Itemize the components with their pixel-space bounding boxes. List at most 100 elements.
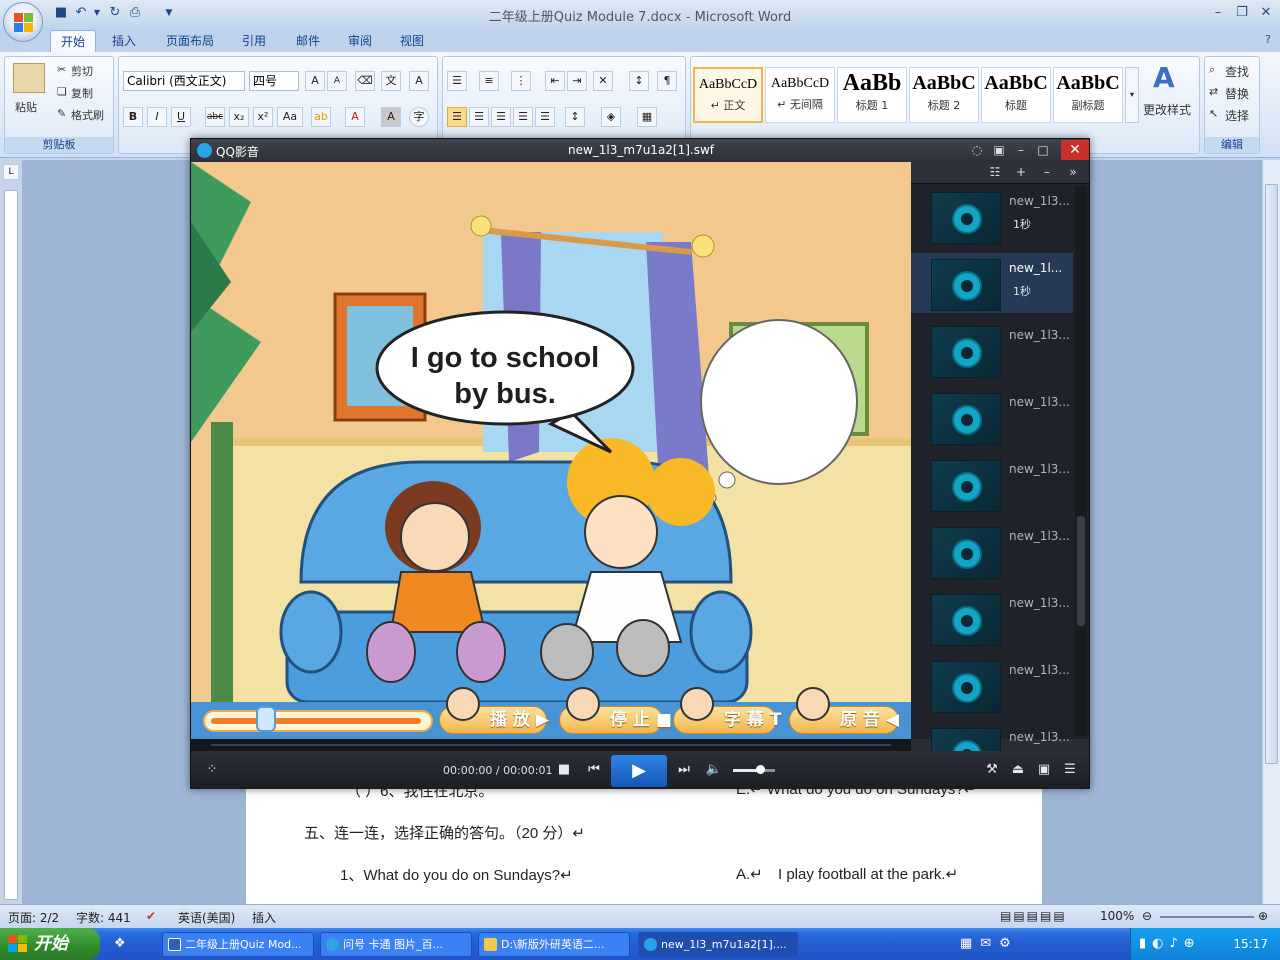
- line-spacing-icon[interactable]: ↕: [565, 107, 585, 127]
- stop-icon[interactable]: ■: [555, 761, 573, 779]
- bullets-icon[interactable]: ☰: [447, 71, 467, 91]
- borders-icon[interactable]: ▦: [637, 107, 657, 127]
- save-icon[interactable]: ■: [52, 4, 70, 22]
- sort-icon[interactable]: ↕: [629, 71, 649, 91]
- task-word[interactable]: 二年级上册Quiz Mod...: [162, 932, 314, 957]
- align-center-icon[interactable]: ☰: [469, 107, 489, 127]
- redo-icon[interactable]: ↻: [106, 4, 124, 22]
- playlist-item[interactable]: new_1l3...: [911, 320, 1073, 380]
- style-subtitle[interactable]: AaBbC 副标题: [1053, 67, 1123, 123]
- word-count[interactable]: 字数: 441: [76, 909, 131, 926]
- eject-icon[interactable]: ⏏: [1009, 761, 1027, 779]
- paste-button[interactable]: 粘贴: [15, 99, 37, 115]
- flash-original-audio-button[interactable]: 原 音 ◀: [789, 687, 899, 734]
- style-title[interactable]: AaBbC 标题: [981, 67, 1051, 123]
- quick-tools-icon[interactable]: ▦✉⚙: [960, 936, 1019, 951]
- screen-mode-icon[interactable]: ▣: [1035, 761, 1053, 779]
- scrollbar-thumb[interactable]: [1265, 184, 1278, 764]
- shading-icon[interactable]: ◈: [601, 107, 621, 127]
- mini-mode-icon[interactable]: ▣: [989, 141, 1009, 160]
- playlist-toggle-icon[interactable]: ☰: [1061, 761, 1079, 779]
- close-button[interactable]: ✕: [1254, 3, 1278, 23]
- undo-dropdown-icon[interactable]: ▼: [92, 4, 102, 22]
- task-qq-player[interactable]: new_1l3_m7u1a2[1]....: [638, 932, 798, 957]
- subscript-icon[interactable]: x₂: [229, 107, 249, 127]
- tab-insert[interactable]: 插入: [102, 30, 146, 52]
- align-left-icon[interactable]: ☰: [447, 107, 467, 127]
- cut-button[interactable]: 剪切: [71, 63, 93, 79]
- task-browser[interactable]: 问号 卡通 图片_百...: [320, 932, 472, 957]
- char-shading-icon[interactable]: A: [381, 107, 401, 127]
- next-icon[interactable]: ⏭: [675, 761, 693, 779]
- numbering-icon[interactable]: ≡: [479, 71, 499, 91]
- task-explorer[interactable]: D:\新版外研英语二...: [478, 932, 630, 957]
- playlist-add-icon[interactable]: +: [1011, 163, 1031, 182]
- char-border-icon[interactable]: A: [409, 71, 429, 91]
- clear-format-icon[interactable]: ⌫: [355, 71, 375, 91]
- player-maximize-button[interactable]: □: [1033, 141, 1053, 160]
- proofing-icon[interactable]: ✔: [146, 909, 156, 923]
- quick-launch-icon[interactable]: ❖: [114, 936, 126, 951]
- styles-more-icon[interactable]: ▾: [1125, 67, 1139, 123]
- zoom-out-icon[interactable]: ⊖: [1142, 909, 1152, 923]
- font-name-combo[interactable]: Calibri (西文正文): [123, 71, 245, 91]
- chinese-layout-icon[interactable]: ✕: [593, 71, 613, 91]
- increase-indent-icon[interactable]: ⇥: [567, 71, 587, 91]
- office-button[interactable]: [3, 2, 43, 42]
- style-heading-2[interactable]: AaBbC 标题 2: [909, 67, 979, 123]
- minimize-button[interactable]: –: [1206, 3, 1230, 23]
- underline-icon[interactable]: U: [171, 107, 191, 127]
- tab-references[interactable]: 引用: [232, 30, 276, 52]
- justify-icon[interactable]: ☰: [513, 107, 533, 127]
- copy-button[interactable]: 复制: [71, 85, 93, 101]
- play-button[interactable]: ▶: [611, 755, 667, 787]
- undo-icon[interactable]: ↶: [72, 4, 90, 22]
- playlist-view-icon[interactable]: ☷: [985, 163, 1005, 182]
- format-painter-button[interactable]: 格式刷: [71, 107, 104, 123]
- tools-icon[interactable]: ⚒: [983, 761, 1001, 779]
- playlist-item[interactable]: new_1l3...: [911, 454, 1073, 514]
- flash-progress-bar[interactable]: [203, 706, 433, 732]
- enclose-char-icon[interactable]: 字: [409, 107, 429, 127]
- player-close-button[interactable]: ✕: [1061, 140, 1089, 160]
- change-case-icon[interactable]: Aa: [277, 107, 303, 127]
- strikethrough-icon[interactable]: abc: [205, 107, 225, 127]
- clock[interactable]: 15:17: [1233, 937, 1268, 951]
- replace-button[interactable]: 替换: [1225, 85, 1249, 102]
- volume-icon[interactable]: 🔈: [705, 761, 723, 779]
- playlist-item[interactable]: new_1l3... 1秒: [911, 186, 1073, 246]
- superscript-icon[interactable]: x²: [253, 107, 273, 127]
- tab-mailings[interactable]: 邮件: [286, 30, 330, 52]
- bold-icon[interactable]: B: [123, 107, 143, 127]
- video-area[interactable]: I go to school by bus. 播 放 ▶ 停 止 ■ 字 幕 T…: [191, 162, 911, 739]
- tab-view[interactable]: 视图: [390, 30, 434, 52]
- page-indicator[interactable]: 页面: 2/2: [8, 909, 59, 926]
- align-right-icon[interactable]: ☰: [491, 107, 511, 127]
- tab-review[interactable]: 审阅: [338, 30, 382, 52]
- playlist-collapse-icon[interactable]: »: [1063, 163, 1083, 182]
- font-size-combo[interactable]: 四号: [249, 71, 299, 91]
- font-color-icon[interactable]: A: [345, 107, 365, 127]
- flash-play-button[interactable]: 播 放 ▶: [439, 687, 549, 734]
- phonetic-guide-icon[interactable]: 文: [381, 71, 401, 91]
- show-marks-icon[interactable]: ¶: [657, 71, 677, 91]
- style-normal[interactable]: AaBbCcD ↵ 正文: [693, 67, 763, 123]
- tray-icons[interactable]: ▮◐♪⊕: [1139, 936, 1201, 951]
- decrease-indent-icon[interactable]: ⇤: [545, 71, 565, 91]
- distributed-icon[interactable]: ☰: [535, 107, 555, 127]
- volume-slider[interactable]: [733, 765, 775, 774]
- customize-qat-icon[interactable]: ▼: [160, 4, 178, 22]
- multilevel-list-icon[interactable]: ⋮: [511, 71, 531, 91]
- insert-mode[interactable]: 插入: [252, 909, 276, 926]
- print-preview-icon[interactable]: ⎙: [126, 4, 144, 22]
- style-heading-1[interactable]: AaBb 标题 1: [837, 67, 907, 123]
- flash-subtitle-button[interactable]: 字 幕 T: [673, 687, 781, 734]
- tab-page-layout[interactable]: 页面布局: [156, 30, 224, 52]
- playlist-item[interactable]: new_1l3...: [911, 521, 1073, 581]
- shrink-font-icon[interactable]: A: [327, 71, 347, 91]
- grow-font-icon[interactable]: A: [305, 71, 325, 91]
- volume-knob[interactable]: [756, 765, 766, 774]
- chat-icon[interactable]: ◌: [967, 141, 987, 160]
- footprint-icon[interactable]: ⁘: [203, 761, 221, 779]
- flash-progress-knob[interactable]: [255, 706, 276, 732]
